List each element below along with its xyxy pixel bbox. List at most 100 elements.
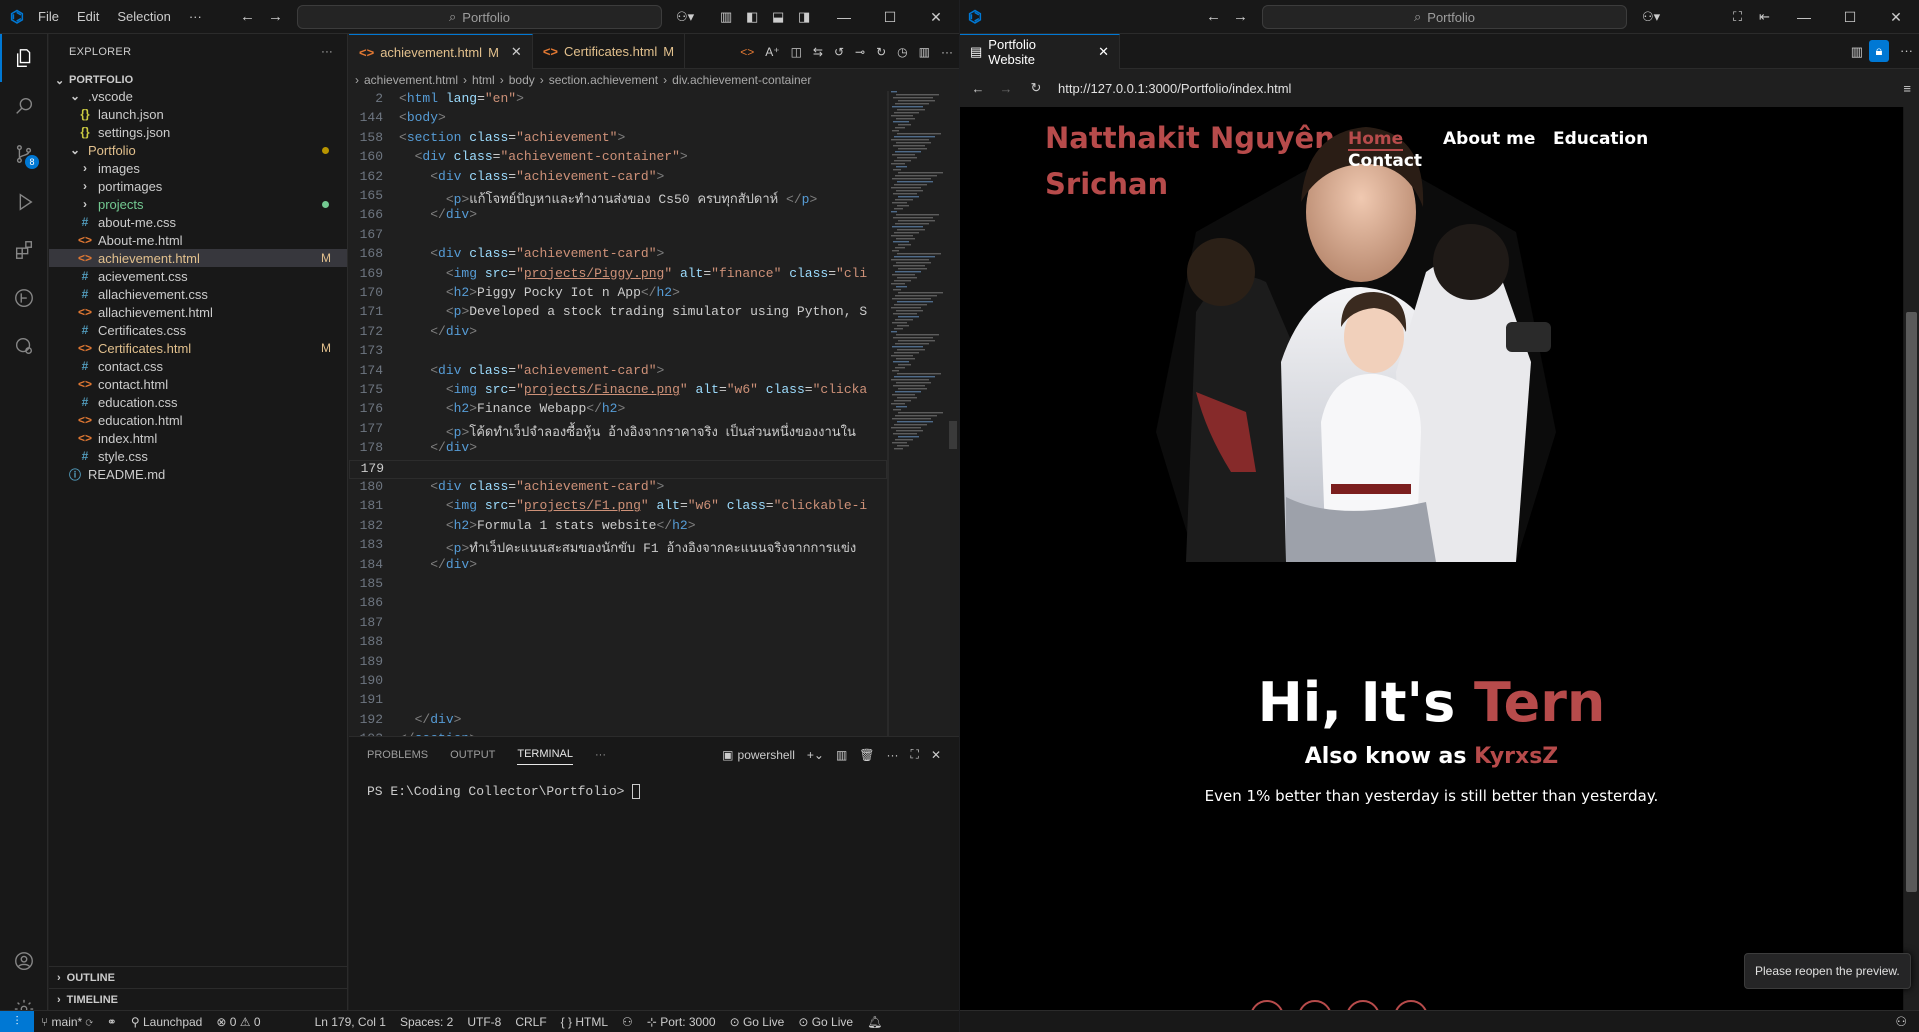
html-file-icon[interactable]: <>	[740, 45, 754, 59]
back-arrow-icon[interactable]: ←	[240, 8, 255, 25]
command-center[interactable]: ⌕ Portfolio	[1262, 5, 1627, 29]
more-actions-icon[interactable]: ···	[1900, 43, 1913, 58]
git-graph-icon[interactable]	[0, 274, 48, 322]
go-back-icon[interactable]: ↺	[834, 45, 844, 59]
code-line[interactable]: 191	[349, 692, 887, 711]
translate-icon[interactable]: A⁺	[765, 45, 779, 59]
timeline-icon[interactable]: ◷	[897, 45, 907, 59]
toggle-secondary-sidebar-icon[interactable]: ◨	[798, 9, 810, 25]
tree-item[interactable]: <> About-me.html	[49, 231, 347, 249]
compare-icon[interactable]: ⇆	[813, 45, 823, 59]
tab-achievement-html[interactable]: <> achievement.html M ✕	[349, 34, 533, 69]
code-line[interactable]: 2 <html lang="en">	[349, 91, 887, 110]
extensions-icon[interactable]	[0, 226, 48, 274]
tab-output[interactable]: OUTPUT	[450, 749, 495, 761]
tree-item[interactable]: # Certificates.css	[49, 321, 347, 339]
code-line[interactable]: 172 </div>	[349, 324, 887, 343]
source-control-icon[interactable]: 8	[0, 130, 48, 178]
branch-indicator[interactable]: ⑂ main* ⟳	[34, 1015, 100, 1029]
code-line[interactable]: 168 <div class="achievement-card">	[349, 246, 887, 265]
indentation[interactable]: Spaces: 2	[393, 1015, 460, 1029]
accounts-icon[interactable]	[0, 937, 48, 985]
code-line[interactable]: 192 </div>	[349, 712, 887, 731]
remote-indicator-icon[interactable]: ⫶	[0, 1010, 34, 1032]
code-line[interactable]: 171 <p>Developed a stock trading simulat…	[349, 304, 887, 323]
menu-icon[interactable]: ≡	[1903, 81, 1911, 96]
line-ending[interactable]: CRLF	[508, 1015, 553, 1029]
close-window-icon[interactable]: ✕	[1873, 0, 1919, 34]
outline-section[interactable]: › OUTLINE	[49, 966, 347, 988]
code-line[interactable]: 158 <section class="achievement">	[349, 130, 887, 149]
shell-name[interactable]: powershell	[738, 748, 795, 762]
go-live-indicator[interactable]: ⊙ Go Live	[723, 1015, 792, 1029]
minimize-icon[interactable]: —	[821, 0, 867, 34]
tab-certificates-html[interactable]: <> Certificates.html M	[533, 34, 686, 69]
tab-portfolio-website[interactable]: ▤ Portfolio Website ✕	[960, 34, 1120, 69]
tree-item[interactable]: <> Certificates.html M	[49, 339, 347, 357]
copilot-icon[interactable]: ⚇▾	[1642, 9, 1660, 25]
code-line[interactable]: 190	[349, 673, 887, 692]
forward-arrow-icon[interactable]: →	[996, 81, 1016, 96]
code-line[interactable]: 180 <div class="achievement-card">	[349, 479, 887, 498]
code-line[interactable]: 185	[349, 576, 887, 595]
toggle-sidebar-icon[interactable]: ◧	[746, 9, 758, 25]
minimap[interactable]	[889, 91, 949, 571]
tree-item[interactable]: ⌄ Portfolio	[49, 141, 347, 159]
pin-icon[interactable]: ⇤	[1759, 9, 1770, 25]
back-arrow-icon[interactable]: ←	[1206, 8, 1221, 25]
sync-icon[interactable]: ⚭	[100, 1015, 124, 1029]
code-line[interactable]: 170 <h2>Piggy Pocky Iot n App</h2>	[349, 285, 887, 304]
split-terminal-icon[interactable]: ▥	[836, 748, 847, 762]
maximize-icon[interactable]: ☐	[1827, 0, 1873, 34]
timeline-section[interactable]: › TIMELINE	[49, 988, 347, 1010]
breadcrumb-item[interactable]: html	[472, 73, 495, 87]
scrollbar-thumb[interactable]	[1906, 312, 1917, 892]
scrollbar[interactable]	[949, 91, 959, 736]
command-center[interactable]: ⌕ Portfolio	[297, 5, 662, 29]
panel-more-icon[interactable]: ···	[595, 749, 606, 761]
breadcrumb-item[interactable]: body	[509, 73, 535, 87]
forward-arrow-icon[interactable]: →	[1233, 8, 1248, 25]
code-line[interactable]: 188	[349, 634, 887, 653]
breadcrumb-item[interactable]: section.achievement	[549, 73, 658, 87]
search-icon[interactable]	[0, 82, 48, 130]
code-line[interactable]: 176 <h2>Finance Webapp</h2>	[349, 401, 887, 420]
close-tab-icon[interactable]: ✕	[1098, 44, 1109, 60]
code-line[interactable]: 177 <p>โค้ดทำเว็ปจำลองซื้อหุ้น อ้างอิงจา…	[349, 421, 887, 440]
maximize-panel-icon[interactable]: ⛶	[911, 747, 919, 762]
new-terminal-icon[interactable]: +⌄	[807, 748, 824, 762]
split-editor-icon[interactable]: ▥	[919, 45, 930, 59]
tree-item[interactable]: <> index.html	[49, 429, 347, 447]
code-line[interactable]: 144 <body>	[349, 110, 887, 129]
encoding[interactable]: UTF-8	[460, 1015, 508, 1029]
trash-icon[interactable]: 🗑	[859, 748, 874, 762]
code-view[interactable]: 2 <html lang="en"> 144 <body> 158 <section cl…	[349, 91, 887, 736]
more-actions-icon[interactable]: ···	[887, 748, 899, 762]
go-live-indicator-2[interactable]: ⊙ Go Live	[791, 1015, 860, 1029]
toggle-panel-icon[interactable]: ▥	[720, 9, 732, 25]
code-line[interactable]: 187	[349, 615, 887, 634]
terminal-output[interactable]: PS E:\Coding Collector\Portfolio>	[349, 772, 959, 811]
remote-explorer-icon[interactable]	[0, 322, 48, 370]
reload-icon[interactable]: ↻	[1026, 80, 1046, 96]
code-line[interactable]: 160 <div class="achievement-container">	[349, 149, 887, 168]
social-icon-2[interactable]	[1298, 1000, 1332, 1010]
tree-item[interactable]: {} launch.json	[49, 105, 347, 123]
toggle-bottom-panel-icon[interactable]: ⬓	[772, 9, 784, 25]
code-line[interactable]: 174 <div class="achievement-card">	[349, 363, 887, 382]
code-line[interactable]: 186	[349, 595, 887, 614]
minimize-icon[interactable]: —	[1781, 0, 1827, 34]
code-line[interactable]: 184 </div>	[349, 557, 887, 576]
code-line[interactable]: 169 <img src="projects/Piggy.png" alt="f…	[349, 266, 887, 285]
tree-item[interactable]: <> education.html	[49, 411, 347, 429]
language-mode[interactable]: { } HTML	[554, 1015, 615, 1029]
code-line[interactable]: 179	[349, 459, 887, 479]
tree-item[interactable]: # acievement.css	[49, 267, 347, 285]
run-debug-icon[interactable]	[0, 178, 48, 226]
code-line[interactable]: 189	[349, 654, 887, 673]
code-line[interactable]: 178 </div>	[349, 440, 887, 459]
tree-item[interactable]: # education.css	[49, 393, 347, 411]
code-line[interactable]: 182 <h2>Formula 1 stats website</h2>	[349, 518, 887, 537]
reopen-preview-toast[interactable]: Please reopen the preview.	[1744, 953, 1911, 989]
fullscreen-icon[interactable]: ⛶	[1733, 9, 1742, 25]
